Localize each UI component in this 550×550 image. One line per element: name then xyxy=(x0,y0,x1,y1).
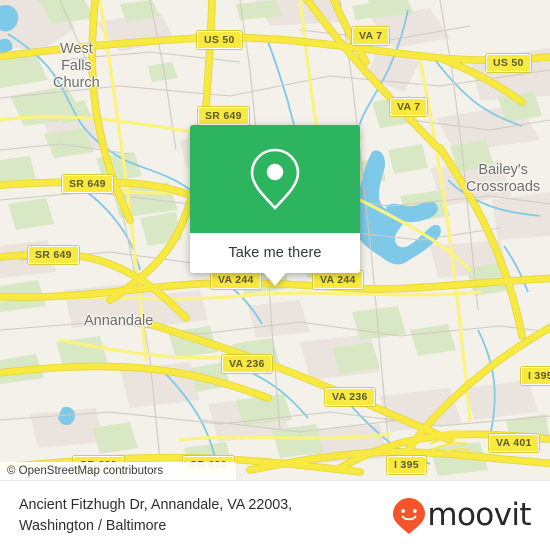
attribution-text: © OpenStreetMap contributors xyxy=(7,465,164,477)
moovit-logo[interactable]: moovit xyxy=(392,497,532,535)
take-me-there-label: Take me there xyxy=(228,245,322,261)
road-shield: VA 244 xyxy=(211,271,261,289)
place-line: Falls xyxy=(61,58,92,74)
destination-callout-card[interactable]: Take me there xyxy=(190,125,360,286)
callout-header xyxy=(190,125,360,233)
map-canvas[interactable]: .grn { fill:#d9e8c4; } .bld { fill:#eae2… xyxy=(0,0,550,480)
place-label-west-falls-church: West Falls Church xyxy=(53,41,100,92)
moovit-place-card: .grn { fill:#d9e8c4; } .bld { fill:#eae2… xyxy=(0,0,550,550)
moovit-pin-icon xyxy=(393,497,426,534)
place-line: Church xyxy=(53,75,100,91)
place-line: Crossroads xyxy=(466,179,541,195)
address-line-1: Ancient Fitzhugh Dr, Annandale, VA 22003… xyxy=(19,496,293,513)
road-shield: US 50 xyxy=(197,31,242,49)
road-shield: VA 7 xyxy=(352,27,390,45)
road-shield: SR 649 xyxy=(62,175,113,193)
place-line: Bailey's xyxy=(478,162,528,178)
road-shield: I 395 xyxy=(521,367,550,385)
road-shield: I 395 xyxy=(387,456,426,474)
footer-bar: Ancient Fitzhugh Dr, Annandale, VA 22003… xyxy=(0,480,550,550)
road-shield: VA 236 xyxy=(325,388,375,406)
place-label-annandale: Annandale xyxy=(84,313,153,330)
place-line: Annandale xyxy=(84,313,154,329)
address-line-2: Washington / Baltimore xyxy=(19,517,167,534)
callout-pointer-tail xyxy=(264,273,286,286)
map-attribution[interactable]: © OpenStreetMap contributors xyxy=(0,462,236,480)
road-shield: SR 649 xyxy=(28,246,79,264)
road-shield: VA 401 xyxy=(489,434,539,452)
take-me-there-button[interactable]: Take me there xyxy=(190,233,360,273)
moovit-wordmark: moovit xyxy=(427,497,531,533)
road-shield: US 50 xyxy=(486,54,531,72)
road-shield: VA 236 xyxy=(222,355,272,373)
place-label-baileys-crossroads: Bailey's Crossroads xyxy=(466,162,540,196)
place-line: West xyxy=(59,41,93,57)
address-block: Ancient Fitzhugh Dr, Annandale, VA 22003… xyxy=(19,495,292,537)
road-shield: VA 244 xyxy=(313,271,363,289)
road-shield: VA 7 xyxy=(390,98,428,116)
road-shield: SR 649 xyxy=(198,107,249,125)
location-pin-icon xyxy=(250,148,300,210)
